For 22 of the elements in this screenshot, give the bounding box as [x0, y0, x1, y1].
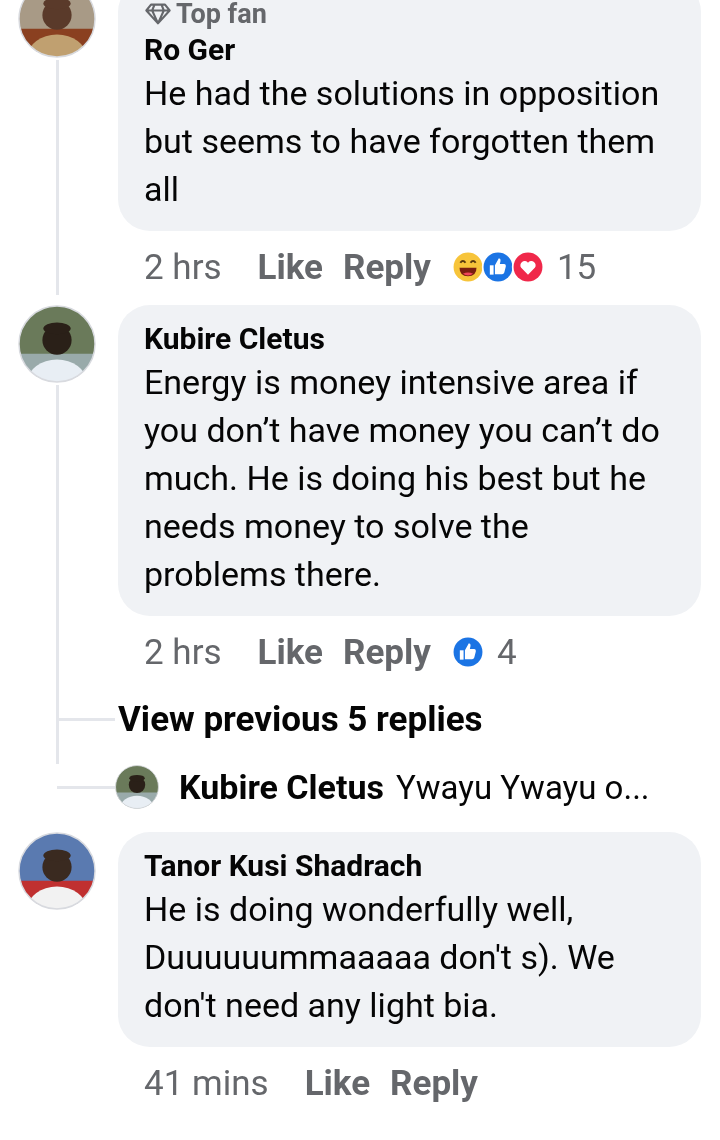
diamond-icon	[144, 2, 172, 26]
reply-button[interactable]: Reply	[343, 631, 431, 673]
reaction-count: 15	[556, 246, 597, 288]
comment-text: He is doing wonderfully well, Duuuuuummaaaaa don't s). We don't need any light bia.	[144, 888, 616, 1027]
author-name[interactable]: Ro Ger	[144, 30, 677, 69]
like-button[interactable]: Like	[257, 246, 324, 288]
reply-button[interactable]: Reply	[390, 1062, 478, 1104]
like-button[interactable]: Like	[257, 631, 324, 673]
reaction-count: 4	[496, 631, 517, 673]
comment-time: 2 hrs	[144, 246, 222, 288]
comment-text: He had the solutions in opposition but seems to have forgotten them all	[144, 72, 661, 211]
comment-text: Energy is money intensive area if you don’t have money you can’t do much. He is doing his best but he needs money to solve the problems there.	[144, 361, 661, 596]
comment-time: 2 hrs	[144, 631, 222, 673]
reply-button[interactable]: Reply	[343, 246, 431, 288]
view-replies-link[interactable]: View previous 5 replies	[118, 698, 483, 740]
top-fan-label: Top fan	[176, 0, 267, 30]
comment-time: 41 mins	[144, 1062, 269, 1104]
author-name[interactable]: Tanor Kusi Shadrach	[144, 846, 677, 885]
reply-preview-text: Ywayu Ywayu o...	[395, 767, 650, 807]
like-button[interactable]: Like	[304, 1062, 371, 1104]
author-name[interactable]: Kubire Cletus	[144, 319, 677, 358]
author-name[interactable]: Kubire Cletus	[179, 767, 384, 807]
